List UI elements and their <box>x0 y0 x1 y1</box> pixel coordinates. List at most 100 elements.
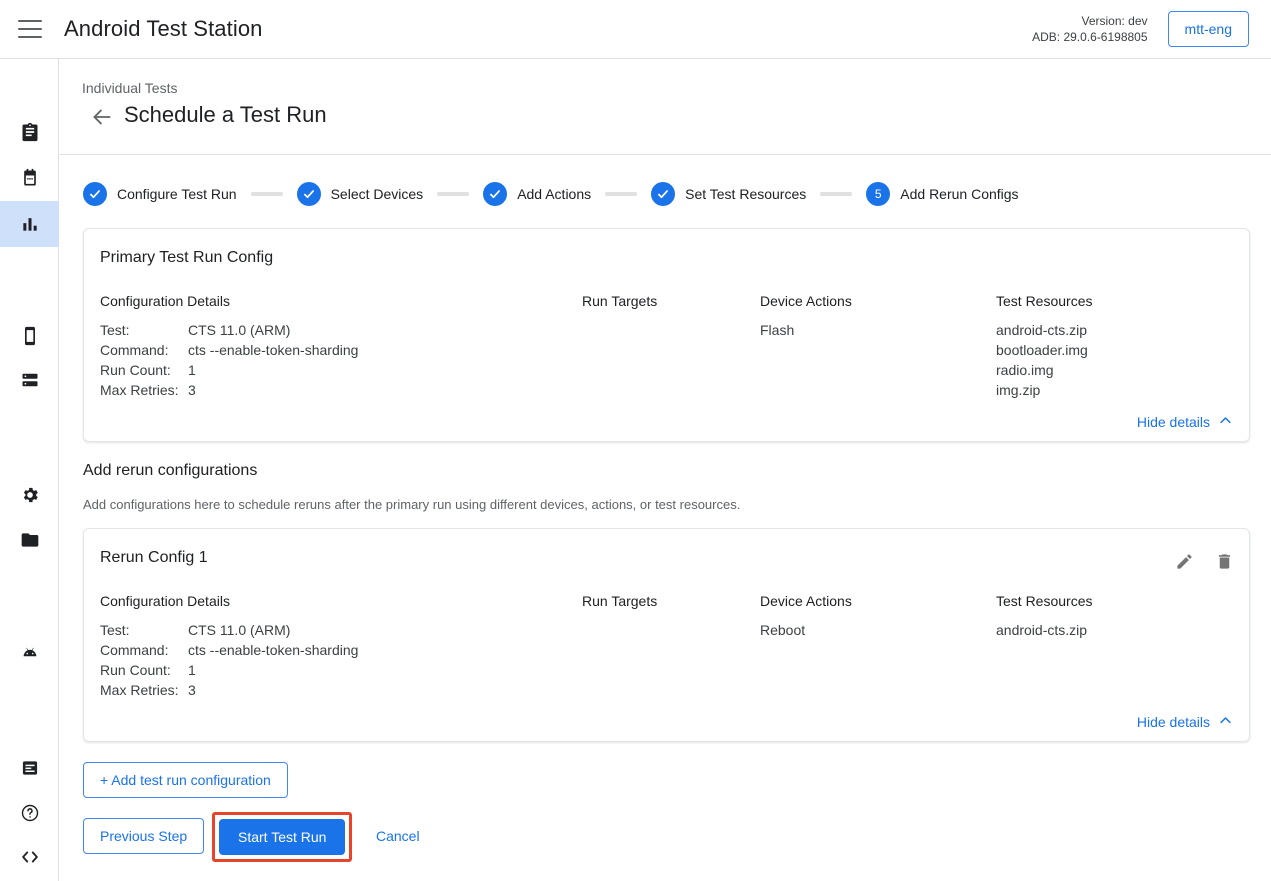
code-brackets-icon <box>19 846 41 868</box>
column-header: Run Targets <box>582 293 742 309</box>
detail-value: CTS 11.0 (ARM) <box>188 320 290 340</box>
top-app-bar: Android Test Station Version: dev ADB: 2… <box>0 0 1271 59</box>
detail-key: Run Count: <box>100 360 188 380</box>
column-configuration-details: Configuration Details Test: CTS 11.0 (AR… <box>100 593 550 700</box>
folder-icon <box>20 530 40 550</box>
top-bar-right: Version: dev ADB: 29.0.6-6198805 mtt-eng <box>1032 11 1271 47</box>
step-add-actions[interactable]: Add Actions <box>483 182 591 206</box>
detail-key: Test: <box>100 620 188 640</box>
step-connector <box>820 192 852 196</box>
step-number: 5 <box>866 182 890 206</box>
sidebar-item-devices[interactable] <box>0 313 59 359</box>
step-select-devices[interactable]: Select Devices <box>297 182 424 206</box>
detail-key: Command: <box>100 640 188 660</box>
hide-details-label: Hide details <box>1137 714 1210 730</box>
gear-icon <box>20 485 40 505</box>
sidebar-item-builds[interactable] <box>0 630 59 676</box>
test-resource-item: img.zip <box>996 380 1226 400</box>
column-header: Configuration Details <box>100 593 550 609</box>
step-add-rerun-configs[interactable]: 5 Add Rerun Configs <box>866 182 1018 206</box>
detail-value: 1 <box>188 360 196 380</box>
user-account-button[interactable]: mtt-eng <box>1168 11 1249 47</box>
cancel-button[interactable]: Cancel <box>362 818 434 854</box>
delete-rerun-config-button[interactable] <box>1213 553 1235 575</box>
article-icon <box>20 758 40 778</box>
bar-chart-icon <box>20 214 40 234</box>
page-header: Individual Tests Schedule a Test Run <box>60 59 1271 155</box>
step-set-test-resources[interactable]: Set Test Resources <box>651 182 806 206</box>
detail-row: Test: CTS 11.0 (ARM) <box>100 620 550 640</box>
test-resource-item: android-cts.zip <box>996 620 1226 640</box>
test-resource-item: android-cts.zip <box>996 320 1226 340</box>
detail-row: Command: cts --enable-token-sharding <box>100 640 550 660</box>
stepper: Configure Test Run Select Devices Add Ac… <box>83 182 1019 206</box>
column-test-resources: Test Resources android-cts.zip bootloade… <box>996 293 1226 400</box>
detail-row: Run Count: 1 <box>100 660 550 680</box>
sidebar-item-logs[interactable] <box>0 745 59 791</box>
step-complete-check-icon <box>83 182 107 206</box>
sidebar-item-help[interactable] <box>0 790 59 836</box>
previous-step-button[interactable]: Previous Step <box>83 818 204 854</box>
sidebar-item-test-results[interactable] <box>0 201 59 247</box>
start-test-run-button[interactable]: Start Test Run <box>219 819 345 855</box>
detail-row: Run Count: 1 <box>100 360 550 380</box>
breadcrumb[interactable]: Individual Tests <box>82 80 177 96</box>
detail-value: 3 <box>188 380 196 400</box>
sidebar-item-file-browser[interactable] <box>0 517 59 563</box>
card-title: Rerun Config 1 <box>100 549 208 567</box>
step-label: Select Devices <box>331 186 424 202</box>
rerun-config-card: Rerun Config 1 Configuration Details Tes… <box>83 528 1250 742</box>
back-arrow-icon[interactable] <box>89 104 115 130</box>
column-header: Test Resources <box>996 293 1226 309</box>
step-label: Configure Test Run <box>117 186 237 202</box>
help-circle-icon <box>20 803 40 823</box>
detail-value: 3 <box>188 680 196 700</box>
start-test-run-highlight: Start Test Run <box>212 812 352 862</box>
page-title: Schedule a Test Run <box>124 102 327 128</box>
column-header: Run Targets <box>582 593 742 609</box>
add-test-run-configuration-button[interactable]: + Add test run configuration <box>83 762 288 798</box>
column-device-actions: Device Actions Flash <box>760 293 980 340</box>
rerun-card-actions <box>1173 553 1235 575</box>
sidebar-item-settings[interactable] <box>0 472 59 518</box>
detail-row: Max Retries: 3 <box>100 380 550 400</box>
column-header: Device Actions <box>760 593 980 609</box>
sidebar-item-developer[interactable] <box>0 834 59 880</box>
sidebar-item-hosts[interactable] <box>0 357 59 403</box>
device-action-item: Reboot <box>760 620 980 640</box>
column-device-actions: Device Actions Reboot <box>760 593 980 640</box>
detail-key: Command: <box>100 340 188 360</box>
column-configuration-details: Configuration Details Test: CTS 11.0 (AR… <box>100 293 550 400</box>
android-icon <box>19 642 41 664</box>
hide-details-toggle[interactable]: Hide details <box>1137 413 1233 431</box>
card-title: Primary Test Run Config <box>100 249 273 267</box>
hamburger-menu-icon[interactable] <box>18 20 42 38</box>
primary-test-run-config-card: Primary Test Run Config Configuration De… <box>83 228 1250 442</box>
step-configure-test-run[interactable]: Configure Test Run <box>83 182 237 206</box>
pencil-icon <box>1175 552 1194 576</box>
edit-rerun-config-button[interactable] <box>1173 553 1195 575</box>
step-connector <box>605 192 637 196</box>
sidebar-item-test-suites[interactable] <box>0 109 59 155</box>
step-complete-check-icon <box>651 182 675 206</box>
step-complete-check-icon <box>483 182 507 206</box>
rerun-section-subtitle: Add configurations here to schedule reru… <box>83 497 740 512</box>
detail-value: 1 <box>188 660 196 680</box>
detail-value: cts --enable-token-sharding <box>188 340 358 360</box>
column-run-targets: Run Targets <box>582 593 742 620</box>
phone-icon <box>20 326 40 346</box>
hide-details-toggle[interactable]: Hide details <box>1137 713 1233 731</box>
step-label: Add Actions <box>517 186 591 202</box>
detail-value: CTS 11.0 (ARM) <box>188 620 290 640</box>
detail-key: Run Count: <box>100 660 188 680</box>
adb-version-line: ADB: 29.0.6-6198805 <box>1032 29 1147 45</box>
detail-key: Max Retries: <box>100 680 188 700</box>
detail-row: Test: CTS 11.0 (ARM) <box>100 320 550 340</box>
detail-value: cts --enable-token-sharding <box>188 640 358 660</box>
column-run-targets: Run Targets <box>582 293 742 320</box>
version-line: Version: dev <box>1032 13 1147 29</box>
hide-details-label: Hide details <box>1137 414 1210 430</box>
sidebar-item-test-plans[interactable] <box>0 155 59 201</box>
server-icon <box>20 370 40 390</box>
device-action-item: Flash <box>760 320 980 340</box>
